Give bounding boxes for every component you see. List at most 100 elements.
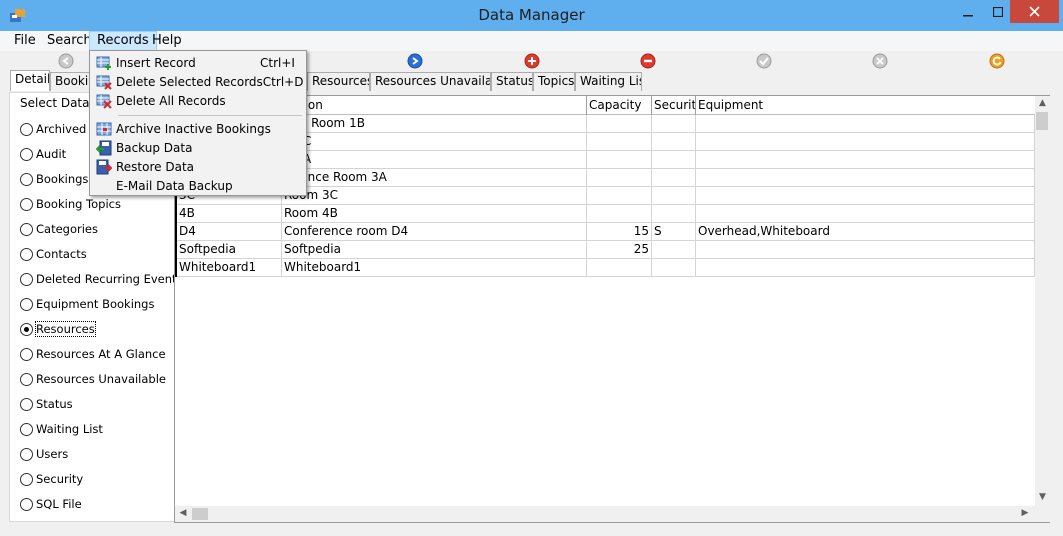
cell-security[interactable] bbox=[652, 151, 696, 169]
tab-detail[interactable]: Detail bbox=[10, 70, 50, 91]
radio-button[interactable] bbox=[20, 422, 33, 436]
cell-capacity[interactable] bbox=[587, 115, 652, 133]
menu-item-restore-data[interactable]: Restore Data bbox=[92, 157, 304, 176]
cell-description[interactable]: Conference room D4 bbox=[282, 223, 587, 241]
cell-description[interactable]: Softpedia bbox=[282, 241, 587, 259]
cell-description[interactable]: Room 3C bbox=[282, 187, 587, 205]
radio-button[interactable] bbox=[20, 497, 33, 511]
column-header-equipment[interactable]: Equipment bbox=[696, 96, 1035, 115]
tab-resources-unavailable[interactable]: Resources Unavailable bbox=[370, 72, 491, 91]
cell-capacity[interactable] bbox=[587, 169, 652, 187]
cell-security[interactable] bbox=[652, 169, 696, 187]
radio-deleted-recurring-events[interactable]: Deleted Recurring Events bbox=[20, 269, 175, 289]
cell-security[interactable] bbox=[652, 115, 696, 133]
radio-waiting-list[interactable]: Waiting List bbox=[20, 419, 175, 439]
radio-resources[interactable]: Resources bbox=[20, 319, 175, 339]
radio-button[interactable] bbox=[20, 247, 33, 261]
radio-button[interactable] bbox=[20, 472, 33, 486]
cell-equipment[interactable] bbox=[696, 133, 1035, 151]
tab-booking[interactable]: Booking bbox=[50, 72, 92, 91]
cell-security[interactable] bbox=[652, 187, 696, 205]
last-record-icon[interactable] bbox=[407, 53, 423, 69]
radio-resources-unavailable[interactable]: Resources Unavailable bbox=[20, 369, 175, 389]
menu-file[interactable]: File bbox=[7, 31, 43, 51]
menu-item-delete-all-records[interactable]: Delete All Records bbox=[92, 91, 304, 110]
cell-description[interactable]: Whiteboard1 bbox=[282, 259, 587, 277]
cell-name[interactable]: D4 bbox=[177, 223, 282, 241]
horizontal-scrollbar[interactable]: ◀ ▶ bbox=[175, 506, 1035, 522]
menu-item-delete-selected-records[interactable]: Delete Selected Records Ctrl+D bbox=[92, 72, 304, 91]
cell-equipment[interactable] bbox=[696, 169, 1035, 187]
cell-name[interactable]: Whiteboard1 bbox=[177, 259, 282, 277]
radio-button-selected[interactable] bbox=[20, 322, 33, 336]
maximize-button[interactable] bbox=[986, 0, 1010, 23]
cell-capacity[interactable] bbox=[587, 151, 652, 169]
horizontal-scroll-thumb[interactable] bbox=[192, 508, 208, 520]
radio-status[interactable]: Status bbox=[20, 394, 175, 414]
column-header-capacity[interactable]: Capacity bbox=[587, 96, 652, 115]
radio-categories[interactable]: Categories bbox=[20, 219, 175, 239]
cell-description[interactable]: Room 4B bbox=[282, 205, 587, 223]
tab-waiting-list[interactable]: Waiting List bbox=[575, 72, 642, 91]
cell-equipment[interactable] bbox=[696, 151, 1035, 169]
cell-equipment[interactable]: Overhead,Whiteboard bbox=[696, 223, 1035, 241]
cell-equipment[interactable] bbox=[696, 205, 1035, 223]
cancel-record-icon[interactable] bbox=[872, 53, 888, 69]
save-record-icon[interactable] bbox=[756, 53, 772, 69]
cell-equipment[interactable] bbox=[696, 259, 1035, 277]
cell-capacity[interactable]: 15 bbox=[587, 223, 652, 241]
radio-button[interactable] bbox=[20, 397, 33, 411]
menu-item-insert-record[interactable]: Insert Record Ctrl+I bbox=[92, 53, 304, 72]
radio-contacts[interactable]: Contacts bbox=[20, 244, 175, 264]
cell-equipment[interactable] bbox=[696, 115, 1035, 133]
column-header-security[interactable]: Security bbox=[652, 96, 696, 115]
menu-item-email-data-backup[interactable]: E-Mail Data Backup bbox=[92, 176, 304, 195]
radio-button[interactable] bbox=[20, 147, 33, 161]
close-button[interactable] bbox=[1010, 0, 1059, 23]
cell-name[interactable]: 4B bbox=[177, 205, 282, 223]
tab-status[interactable]: Status bbox=[491, 72, 533, 91]
radio-button[interactable] bbox=[20, 447, 33, 461]
radio-booking-topics[interactable]: Booking Topics bbox=[20, 194, 175, 214]
cell-description[interactable]: ting Room 1B bbox=[282, 115, 587, 133]
radio-equipment-bookings[interactable]: Equipment Bookings bbox=[20, 294, 175, 314]
radio-users[interactable]: Users bbox=[20, 444, 175, 464]
scroll-up-arrow[interactable]: ▲ bbox=[1035, 98, 1050, 108]
tab-topics[interactable]: Topics bbox=[533, 72, 575, 91]
cell-security[interactable]: S bbox=[652, 223, 696, 241]
cell-capacity[interactable] bbox=[587, 205, 652, 223]
radio-button[interactable] bbox=[20, 272, 33, 286]
column-header-description[interactable]: ription bbox=[282, 96, 587, 115]
radio-security[interactable]: Security bbox=[20, 469, 175, 489]
cell-description[interactable]: n 1C bbox=[282, 133, 587, 151]
cell-security[interactable] bbox=[652, 133, 696, 151]
menu-item-backup-data[interactable]: Backup Data bbox=[92, 138, 304, 157]
cell-capacity[interactable] bbox=[587, 187, 652, 205]
table-row[interactable]: 4B Room 4B bbox=[175, 205, 1035, 223]
cell-capacity[interactable] bbox=[587, 259, 652, 277]
vertical-scrollbar[interactable]: ▲ ▼ bbox=[1035, 96, 1050, 506]
cell-name[interactable]: Softpedia bbox=[177, 241, 282, 259]
cell-description[interactable]: n 2A bbox=[282, 151, 587, 169]
scroll-right-arrow[interactable]: ▶ bbox=[1019, 508, 1031, 518]
radio-resources-at-a-glance[interactable]: Resources At A Glance bbox=[20, 344, 175, 364]
vertical-scroll-thumb[interactable] bbox=[1036, 112, 1048, 130]
radio-button[interactable] bbox=[20, 347, 33, 361]
scroll-down-arrow[interactable]: ▼ bbox=[1035, 492, 1050, 502]
cell-equipment[interactable] bbox=[696, 187, 1035, 205]
tab-resources[interactable]: Resources bbox=[307, 72, 370, 91]
cell-security[interactable] bbox=[652, 241, 696, 259]
radio-button[interactable] bbox=[20, 297, 33, 311]
cell-description[interactable]: ference Room 3A bbox=[282, 169, 587, 187]
delete-record-icon[interactable] bbox=[640, 53, 656, 69]
radio-button[interactable] bbox=[20, 222, 33, 236]
radio-button[interactable] bbox=[20, 122, 33, 136]
radio-button[interactable] bbox=[20, 197, 33, 211]
table-row[interactable]: Softpedia Softpedia 25 bbox=[175, 241, 1035, 259]
cell-security[interactable] bbox=[652, 259, 696, 277]
menu-item-archive-inactive-bookings[interactable]: Archive Inactive Bookings bbox=[92, 119, 304, 138]
scroll-left-arrow[interactable]: ◀ bbox=[177, 508, 189, 518]
minimize-button[interactable] bbox=[950, 0, 986, 23]
add-record-icon[interactable] bbox=[524, 53, 540, 69]
radio-button[interactable] bbox=[20, 172, 33, 186]
